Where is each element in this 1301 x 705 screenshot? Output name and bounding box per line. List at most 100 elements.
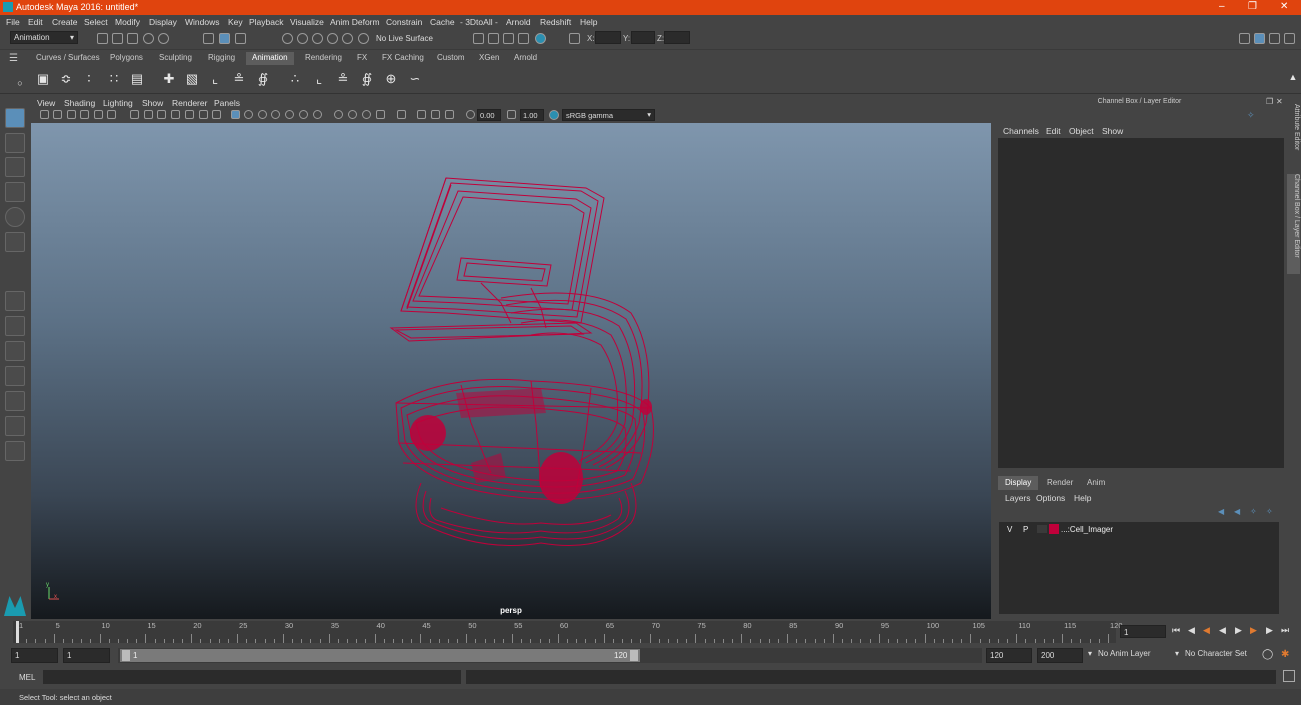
hypershade-icon[interactable] bbox=[535, 33, 546, 44]
viewport-menu-shading[interactable]: Shading bbox=[64, 98, 95, 108]
curve-warp-icon[interactable]: ≗ bbox=[231, 71, 247, 87]
shelf-tab-xgen[interactable]: XGen bbox=[473, 52, 505, 65]
menu-modify[interactable]: Modify bbox=[115, 17, 140, 27]
viewport-menu-lighting[interactable]: Lighting bbox=[103, 98, 133, 108]
viewport-menu-view[interactable]: View bbox=[37, 98, 55, 108]
hypershade-layout-icon[interactable] bbox=[5, 391, 25, 411]
point-constraint-icon[interactable]: ∴ bbox=[287, 71, 303, 87]
scale-tool-icon[interactable] bbox=[5, 232, 25, 252]
snap-point-icon[interactable] bbox=[312, 33, 323, 44]
render-view-icon[interactable] bbox=[473, 33, 484, 44]
timeline-ruler[interactable]: 1 5 10 15 20 25 30 35 40 45 50 55 60 65 70 75 80 85 90 95 10… bbox=[13, 621, 1123, 643]
menu-redshift[interactable]: Redshift bbox=[540, 17, 571, 27]
shelf-tab-fx[interactable]: FX bbox=[351, 52, 373, 65]
shadows-icon[interactable] bbox=[313, 110, 322, 119]
2d-pan-zoom-icon[interactable] bbox=[94, 110, 103, 119]
screen-space-ao-icon[interactable] bbox=[334, 110, 343, 119]
select-object-icon[interactable] bbox=[219, 33, 230, 44]
snap-view-plane-icon[interactable] bbox=[327, 33, 338, 44]
exposure-icon[interactable] bbox=[466, 110, 475, 119]
menu-arnold[interactable]: Arnold bbox=[506, 17, 531, 27]
gate-mask-icon[interactable] bbox=[171, 110, 180, 119]
move-layer-up-icon[interactable]: ◀ bbox=[1218, 507, 1224, 516]
image-plane-icon[interactable] bbox=[80, 110, 89, 119]
layer-tab-render[interactable]: Render bbox=[1040, 476, 1080, 490]
paint-select-icon[interactable] bbox=[5, 157, 25, 177]
motion-blur-icon[interactable] bbox=[348, 110, 357, 119]
outliner-layout-icon[interactable] bbox=[5, 416, 25, 436]
layer-tab-anim[interactable]: Anim bbox=[1080, 476, 1112, 490]
restore-icon[interactable]: ❐ bbox=[1248, 1, 1257, 12]
new-layer-selected-icon[interactable]: ✧ bbox=[1266, 507, 1273, 516]
select-tool-icon[interactable] bbox=[5, 108, 25, 128]
channel-box-toggle-icon[interactable] bbox=[1284, 33, 1295, 44]
viewport-menu-show[interactable]: Show bbox=[142, 98, 163, 108]
make-live-icon[interactable] bbox=[358, 33, 369, 44]
animation-end-input[interactable]: 200 bbox=[1037, 648, 1083, 663]
playblast-icon[interactable]: ≎ bbox=[58, 71, 74, 87]
set-key-icon[interactable]: ▣ bbox=[35, 71, 51, 87]
use-all-lights-icon[interactable] bbox=[299, 110, 308, 119]
play-backwards-icon[interactable]: ◀ bbox=[1219, 625, 1226, 636]
layout-more-icon[interactable] bbox=[5, 441, 25, 461]
layer-type-toggle[interactable] bbox=[1037, 525, 1047, 533]
channel-box-menu-edit[interactable]: Edit bbox=[1046, 126, 1061, 136]
channel-box-menu-show[interactable]: Show bbox=[1102, 126, 1123, 136]
menu-visualize[interactable]: Visualize bbox=[290, 17, 324, 27]
xray-components-icon[interactable] bbox=[445, 110, 454, 119]
playback-start-input[interactable]: 1 bbox=[63, 648, 110, 663]
range-slider-end-grip[interactable] bbox=[630, 650, 638, 661]
single-perspective-layout-icon[interactable] bbox=[5, 291, 25, 311]
perspective-graph-layout-icon[interactable] bbox=[5, 366, 25, 386]
smooth-shade-icon[interactable] bbox=[244, 110, 253, 119]
four-view-layout-icon[interactable] bbox=[5, 316, 25, 336]
shelf-tab-rigging[interactable]: Rigging bbox=[202, 52, 241, 65]
snap-curve-icon[interactable] bbox=[297, 33, 308, 44]
command-language-label[interactable]: MEL bbox=[19, 673, 35, 682]
step-back-frame-icon[interactable]: ◀ bbox=[1188, 625, 1195, 636]
range-slider-track[interactable]: 1 120 bbox=[118, 648, 982, 663]
ipr-render-icon[interactable] bbox=[503, 33, 514, 44]
viewport-menu-panels[interactable]: Panels bbox=[214, 98, 240, 108]
menu-cache[interactable]: Cache bbox=[430, 17, 455, 27]
safe-action-icon[interactable] bbox=[199, 110, 208, 119]
save-scene-icon[interactable] bbox=[127, 33, 138, 44]
layer-color-swatch[interactable] bbox=[1049, 524, 1059, 534]
resolution-gate-icon[interactable] bbox=[157, 110, 166, 119]
shelf-tab-rendering[interactable]: Rendering bbox=[299, 52, 348, 65]
grid-icon[interactable] bbox=[130, 110, 139, 119]
camera-select-icon[interactable] bbox=[40, 110, 49, 119]
lasso-tool-icon[interactable] bbox=[5, 133, 25, 153]
film-gate-icon[interactable] bbox=[144, 110, 153, 119]
character-set-dropdown[interactable]: ▾ No Character Set bbox=[1172, 648, 1256, 663]
safe-title-icon[interactable] bbox=[212, 110, 221, 119]
open-scene-icon[interactable] bbox=[112, 33, 123, 44]
perspective-viewport[interactable]: y x persp bbox=[31, 123, 991, 619]
close-panel-icon[interactable]: ✕ bbox=[1276, 97, 1283, 106]
channel-box-menu-channels[interactable]: Channels bbox=[1003, 126, 1039, 136]
menu-windows[interactable]: Windows bbox=[185, 17, 219, 27]
go-to-start-icon[interactable]: ⏮ bbox=[1172, 625, 1180, 636]
current-time-indicator[interactable] bbox=[16, 621, 19, 643]
layer-row[interactable]: V P ...:Cell_Imager bbox=[999, 522, 1279, 536]
menu-3dtoall[interactable]: - 3DtoAll - bbox=[460, 17, 498, 27]
wireframe-on-shaded-icon[interactable] bbox=[271, 110, 280, 119]
move-layer-down-icon[interactable]: ◀ bbox=[1234, 507, 1240, 516]
shelf-tab-arnold[interactable]: Arnold bbox=[508, 52, 543, 65]
command-input[interactable] bbox=[43, 670, 461, 684]
layer-menu-layers[interactable]: Layers bbox=[1005, 493, 1031, 503]
modeling-toolkit-icon[interactable] bbox=[1254, 33, 1265, 44]
snap-surface-icon[interactable] bbox=[342, 33, 353, 44]
range-slider-start-grip[interactable] bbox=[122, 650, 130, 661]
render-settings-icon[interactable] bbox=[518, 33, 529, 44]
wireframe-icon[interactable] bbox=[231, 110, 240, 119]
viewport-menu-renderer[interactable]: Renderer bbox=[172, 98, 207, 108]
shelf-scroll-icon[interactable]: ▲ bbox=[1285, 69, 1301, 85]
auto-key-icon[interactable]: ◯ bbox=[1262, 649, 1273, 660]
ghost-icon[interactable]: ▧ bbox=[184, 71, 200, 87]
menu-anim-deform[interactable]: Anim Deform bbox=[330, 17, 380, 27]
playback-end-input[interactable]: 120 bbox=[986, 648, 1032, 663]
close-icon[interactable]: ✕ bbox=[1280, 1, 1288, 12]
menu-create[interactable]: Create bbox=[52, 17, 78, 27]
shelf-tab-curves-surfaces[interactable]: Curves / Surfaces bbox=[30, 52, 106, 65]
